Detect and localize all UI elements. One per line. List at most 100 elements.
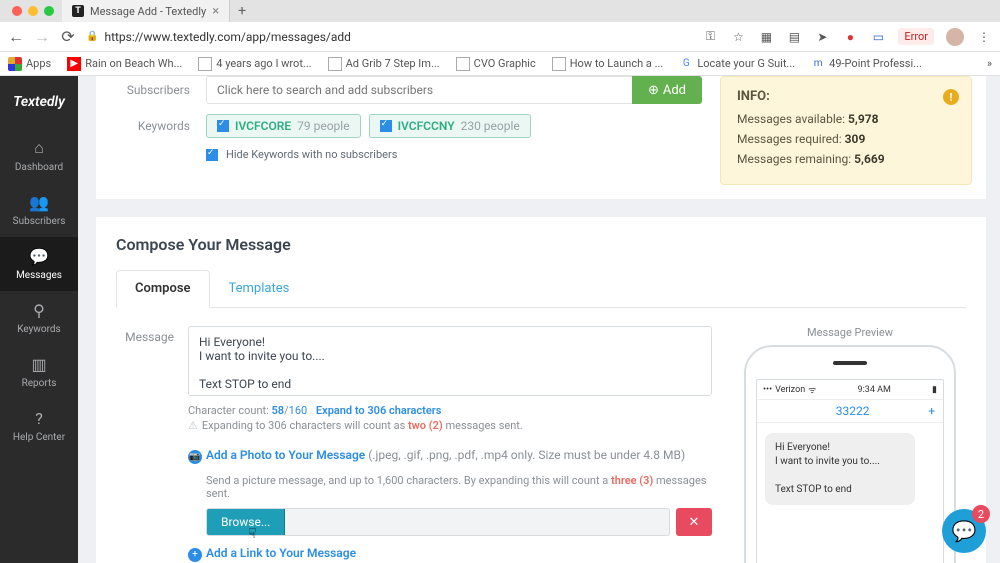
page-icon — [552, 57, 566, 71]
bookmark-item[interactable]: How to Launch a ... — [552, 57, 664, 71]
camera-icon: 📷 — [188, 450, 202, 464]
sidebar-item-dashboard[interactable]: ⌂Dashboard — [0, 128, 78, 183]
checkbox-icon[interactable] — [217, 120, 229, 132]
add-photo-section: 📷Add a Photo to Your Message (.jpeg, .gi… — [188, 448, 712, 536]
ext-icon-4[interactable]: ▭ — [870, 29, 886, 45]
preview-title: Message Preview — [734, 326, 966, 339]
phone-number: 33222 — [777, 404, 928, 418]
maximize-window-icon[interactable] — [44, 6, 54, 16]
app: Textedly ⌂Dashboard 👥Subscribers 💬Messag… — [0, 76, 1000, 563]
preview-bubble: Hi Everyone! I want to invite you to....… — [765, 433, 915, 505]
info-icon[interactable]: ! — [943, 89, 959, 105]
message-label: Message — [116, 326, 174, 562]
info-title: INFO: — [737, 89, 955, 104]
sidebar-item-keywords[interactable]: ⚲Keywords — [0, 291, 78, 345]
back-button[interactable]: ← — [8, 27, 24, 47]
subscribers-row: Subscribers ⊕Add — [110, 76, 702, 104]
sidebar-item-subscribers[interactable]: 👥Subscribers — [0, 183, 78, 237]
phone-screen: •••Verizonᯤ 9:34 AM ▮ 33222 + Hi Everyon… — [756, 379, 944, 563]
add-link-link[interactable]: Add a Link to Your Message — [206, 546, 356, 560]
reload-button[interactable]: ⟳ — [60, 27, 76, 46]
sidebar-item-help[interactable]: ?Help Center — [0, 399, 78, 453]
sidebar: Textedly ⌂Dashboard 👥Subscribers 💬Messag… — [0, 76, 78, 563]
message-textarea[interactable] — [188, 326, 712, 396]
people-icon: 👥 — [0, 193, 78, 212]
bookmark-apps[interactable]: Apps — [8, 57, 51, 71]
keyword-count: 79 people — [297, 119, 349, 133]
message-icon: 💬 — [0, 247, 78, 266]
add-photo-desc: Send a picture message, and up to 1,600 … — [206, 474, 712, 500]
address-bar: ← → ⟳ 🔒 https://www.textedly.com/app/mes… — [0, 22, 1000, 52]
share-icon[interactable]: ➤ — [814, 29, 830, 45]
chat-icon: 💬 — [952, 519, 977, 543]
browser-tab[interactable]: T Message Add - Textedly × — [62, 0, 230, 22]
tab-title: Message Add - Textedly — [90, 5, 206, 18]
window-controls — [4, 6, 62, 16]
phone-frame: •••Verizonᯤ 9:34 AM ▮ 33222 + Hi Everyon… — [744, 345, 956, 563]
char-count-line: Character count: 58/160 Expand to 306 ch… — [188, 404, 712, 417]
signal-icon: ••• — [763, 385, 772, 395]
lock-icon: 🔒 — [86, 31, 98, 42]
plus-circle-icon: + — [188, 548, 202, 562]
ext-icon-3[interactable]: ● — [842, 29, 858, 45]
chat-badge: 2 — [972, 505, 990, 523]
address-actions: ⚿ ☆ ▦ ▤ ➤ ● ▭ Error ⋮ — [702, 28, 992, 46]
keywords-row: Keywords IVCFCORE 79 people IVCFCCNY 230… — [110, 114, 702, 138]
bookmark-item[interactable]: CVO Graphic — [456, 57, 536, 71]
keyword-chip[interactable]: IVCFCORE 79 people — [206, 114, 361, 138]
minimize-window-icon[interactable] — [28, 6, 38, 16]
ext-icon-1[interactable]: ▦ — [758, 29, 774, 45]
expand-chars-link[interactable]: Expand to 306 characters — [316, 404, 441, 417]
add-subscriber-button[interactable]: ⊕Add — [632, 76, 702, 104]
bookmark-item[interactable]: GLocate your G Suit... — [679, 57, 795, 71]
google-icon: G — [679, 57, 693, 71]
compose-heading: Compose Your Message — [116, 235, 966, 254]
key-icon[interactable]: ⚿ — [702, 29, 718, 45]
keyword-chip[interactable]: IVCFCCNY 230 people — [369, 114, 531, 138]
add-contact-icon: + — [928, 404, 935, 418]
url-field[interactable]: 🔒 https://www.textedly.com/app/messages/… — [86, 30, 692, 44]
forward-button[interactable]: → — [34, 27, 50, 47]
page-icon — [456, 57, 470, 71]
sidebar-item-messages[interactable]: 💬Messages — [0, 237, 78, 291]
ext-icon-2[interactable]: ▤ — [786, 29, 802, 45]
bookmark-item[interactable]: m49-Point Professi... — [811, 57, 922, 71]
tab-close-icon[interactable]: × — [212, 4, 219, 19]
menu-icon[interactable]: ⋮ — [976, 29, 992, 45]
error-chip[interactable]: Error — [898, 28, 934, 45]
file-input[interactable]: Browse... — [206, 508, 670, 536]
chat-widget[interactable]: 💬 2 — [942, 509, 986, 553]
warning-icon: ⚠ — [188, 419, 198, 432]
logo[interactable]: Textedly — [13, 82, 65, 128]
new-tab-button[interactable]: + — [230, 3, 254, 19]
keywords-label: Keywords — [110, 119, 190, 133]
help-icon: ? — [0, 409, 78, 428]
tab-compose[interactable]: Compose — [116, 270, 210, 308]
star-icon[interactable]: ☆ — [730, 29, 746, 45]
tab-templates[interactable]: Templates — [210, 270, 309, 307]
tab-bar: T Message Add - Textedly × + — [0, 0, 1000, 22]
profile-avatar[interactable] — [946, 28, 964, 46]
expand-warning: ⚠Expanding to 306 characters will count … — [188, 419, 712, 432]
bookmark-item[interactable]: ▶Rain on Beach Wh... — [67, 57, 182, 71]
sidebar-item-reports[interactable]: ▥Reports — [0, 345, 78, 399]
remove-file-button[interactable]: ✕ — [676, 508, 712, 536]
m-icon: m — [811, 57, 825, 71]
browse-button[interactable]: Browse... — [207, 509, 285, 535]
top-card: Subscribers ⊕Add Keywords IVCFCORE 79 pe… — [96, 76, 986, 199]
hide-keywords-row: Hide Keywords with no subscribers — [206, 148, 702, 161]
phone-time: 9:34 AM — [858, 385, 891, 395]
youtube-icon: ▶ — [67, 57, 81, 71]
subscriber-search: ⊕Add — [206, 76, 702, 104]
bookmarks-overflow[interactable]: » — [987, 57, 992, 70]
bookmark-item[interactable]: Ad Grib 7 Step Im... — [328, 57, 440, 71]
subscriber-input[interactable] — [206, 76, 632, 104]
close-window-icon[interactable] — [12, 6, 22, 16]
checkbox-icon[interactable] — [380, 120, 392, 132]
hide-keywords-label: Hide Keywords with no subscribers — [226, 148, 397, 161]
page-icon — [198, 57, 212, 71]
battery-icon: ▮ — [932, 385, 937, 395]
bookmark-item[interactable]: 4 years ago I wrot... — [198, 57, 311, 71]
hide-checkbox[interactable] — [206, 149, 218, 161]
add-photo-link[interactable]: Add a Photo to Your Message — [206, 448, 365, 462]
